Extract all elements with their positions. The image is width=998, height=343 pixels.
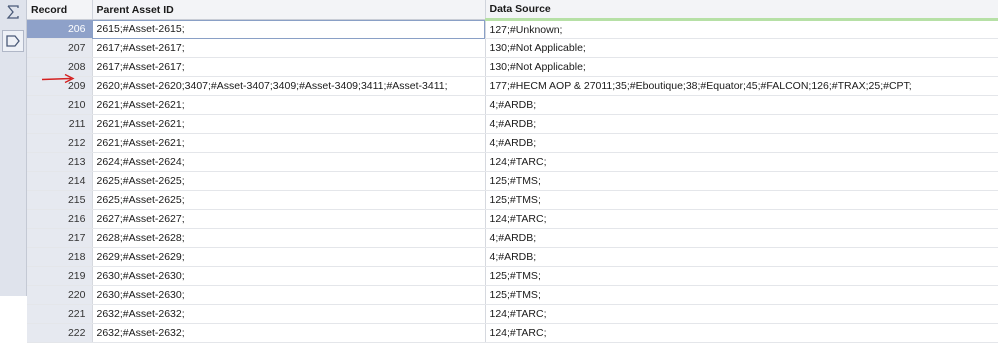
record-cell[interactable]: 220 bbox=[27, 285, 93, 305]
parent-asset-id-cell[interactable]: 2625;#Asset-2625; bbox=[92, 190, 486, 210]
table-row[interactable]: 209 2620;#Asset-2620;3407;#Asset-3407;340… bbox=[27, 76, 998, 96]
data-source-cell[interactable]: 4;#ARDB; bbox=[485, 247, 998, 267]
parent-asset-id-cell[interactable]: 2621;#Asset-2621; bbox=[92, 95, 486, 115]
table-row[interactable]: 221 2632;#Asset-2632; 124;#TARC; bbox=[27, 304, 998, 324]
parent-asset-id-cell[interactable]: 2615;#Asset-2615; bbox=[92, 19, 486, 39]
parent-asset-id-cell[interactable]: 2617;#Asset-2617; bbox=[92, 38, 486, 58]
record-cell[interactable]: 212 bbox=[27, 133, 93, 153]
data-source-cell[interactable]: 124;#TARC; bbox=[485, 323, 998, 343]
record-cell[interactable]: 213 bbox=[27, 152, 93, 172]
parent-asset-id-cell[interactable]: 2627;#Asset-2627; bbox=[92, 209, 486, 229]
sigma-icon[interactable] bbox=[2, 1, 24, 23]
header-row: Record Parent Asset ID Data Source bbox=[27, 0, 998, 21]
record-cell[interactable]: 218 bbox=[27, 247, 93, 267]
record-cell[interactable]: 222 bbox=[27, 323, 93, 343]
record-cell[interactable]: 221 bbox=[27, 304, 93, 324]
data-source-cell[interactable]: 4;#ARDB; bbox=[485, 114, 998, 134]
record-cell[interactable]: 217 bbox=[27, 228, 93, 248]
results-table: Record Parent Asset ID Data Source 206 26… bbox=[27, 0, 998, 343]
table-row[interactable]: 210 2621;#Asset-2621; 4;#ARDB; bbox=[27, 95, 998, 115]
table-row[interactable]: 220 2630;#Asset-2630; 125;#TMS; bbox=[27, 285, 998, 305]
table-row[interactable]: 207 2617;#Asset-2617; 130;#Not Applicable; bbox=[27, 38, 998, 58]
record-cell[interactable]: 219 bbox=[27, 266, 93, 286]
table-row[interactable]: 215 2625;#Asset-2625; 125;#TMS; bbox=[27, 190, 998, 210]
parent-asset-id-cell[interactable]: 2630;#Asset-2630; bbox=[92, 285, 486, 305]
data-source-cell[interactable]: 130;#Not Applicable; bbox=[485, 57, 998, 77]
table-row[interactable]: 208 2617;#Asset-2617; 130;#Not Applicable; bbox=[27, 57, 998, 77]
parent-asset-id-cell[interactable]: 2629;#Asset-2629; bbox=[92, 247, 486, 267]
record-cell[interactable]: 214 bbox=[27, 171, 93, 191]
parent-asset-id-cell[interactable]: 2630;#Asset-2630; bbox=[92, 266, 486, 286]
data-source-cell[interactable]: 130;#Not Applicable; bbox=[485, 38, 998, 58]
record-cell[interactable]: 211 bbox=[27, 114, 93, 134]
parent-asset-id-cell[interactable]: 2620;#Asset-2620;3407;#Asset-3407;3409;#… bbox=[92, 76, 486, 96]
data-source-cell[interactable]: 124;#TARC; bbox=[485, 209, 998, 229]
parent-asset-id-cell[interactable]: 2624;#Asset-2624; bbox=[92, 152, 486, 172]
parent-asset-id-cell[interactable]: 2628;#Asset-2628; bbox=[92, 228, 486, 248]
data-source-cell[interactable]: 4;#ARDB; bbox=[485, 228, 998, 248]
table-row[interactable]: 213 2624;#Asset-2624; 124;#TARC; bbox=[27, 152, 998, 172]
parent-asset-id-cell[interactable]: 2621;#Asset-2621; bbox=[92, 133, 486, 153]
table-row[interactable]: 218 2629;#Asset-2629; 4;#ARDB; bbox=[27, 247, 998, 267]
table-row[interactable]: 212 2621;#Asset-2621; 4;#ARDB; bbox=[27, 133, 998, 153]
table-row[interactable]: 217 2628;#Asset-2628; 4;#ARDB; bbox=[27, 228, 998, 248]
data-source-cell[interactable]: 124;#TARC; bbox=[485, 304, 998, 324]
data-source-cell[interactable]: 125;#TMS; bbox=[485, 190, 998, 210]
table-row[interactable]: 206 2615;#Asset-2615; 127;#Unknown; bbox=[27, 19, 998, 39]
record-cell[interactable]: 215 bbox=[27, 190, 93, 210]
left-toolbar bbox=[0, 0, 27, 296]
data-source-cell[interactable]: 125;#TMS; bbox=[485, 171, 998, 191]
record-cell[interactable]: 210 bbox=[27, 95, 93, 115]
parent-asset-id-cell[interactable]: 2625;#Asset-2625; bbox=[92, 171, 486, 191]
column-header-parent-asset-id[interactable]: Parent Asset ID bbox=[92, 0, 486, 20]
tag-shape-icon[interactable] bbox=[2, 30, 24, 52]
red-arrow-annotation bbox=[41, 73, 75, 84]
table-row[interactable]: 214 2625;#Asset-2625; 125;#TMS; bbox=[27, 171, 998, 191]
data-source-cell[interactable]: 4;#ARDB; bbox=[485, 133, 998, 153]
table-row[interactable]: 222 2632;#Asset-2632; 124;#TARC; bbox=[27, 323, 998, 343]
record-cell[interactable]: 207 bbox=[27, 38, 93, 58]
record-cell[interactable]: 206 bbox=[27, 19, 93, 39]
column-header-record[interactable]: Record bbox=[27, 0, 93, 20]
data-source-cell[interactable]: 125;#TMS; bbox=[485, 266, 998, 286]
column-header-data-source[interactable]: Data Source bbox=[485, 0, 998, 21]
parent-asset-id-cell[interactable]: 2621;#Asset-2621; bbox=[92, 114, 486, 134]
table-row[interactable]: 216 2627;#Asset-2627; 124;#TARC; bbox=[27, 209, 998, 229]
table-row[interactable]: 211 2621;#Asset-2621; 4;#ARDB; bbox=[27, 114, 998, 134]
data-source-cell[interactable]: 125;#TMS; bbox=[485, 285, 998, 305]
parent-asset-id-cell[interactable]: 2632;#Asset-2632; bbox=[92, 304, 486, 324]
table-row[interactable]: 219 2630;#Asset-2630; 125;#TMS; bbox=[27, 266, 998, 286]
data-source-cell[interactable]: 127;#Unknown; bbox=[485, 19, 998, 39]
data-source-cell[interactable]: 177;#HECM AOP & 27011;35;#Eboutique;38;#… bbox=[485, 76, 998, 96]
parent-asset-id-cell[interactable]: 2632;#Asset-2632; bbox=[92, 323, 486, 343]
parent-asset-id-cell[interactable]: 2617;#Asset-2617; bbox=[92, 57, 486, 77]
record-cell[interactable]: 216 bbox=[27, 209, 93, 229]
results-grid[interactable]: Record Parent Asset ID Data Source 206 26… bbox=[27, 0, 998, 343]
data-source-cell[interactable]: 4;#ARDB; bbox=[485, 95, 998, 115]
data-source-cell[interactable]: 124;#TARC; bbox=[485, 152, 998, 172]
